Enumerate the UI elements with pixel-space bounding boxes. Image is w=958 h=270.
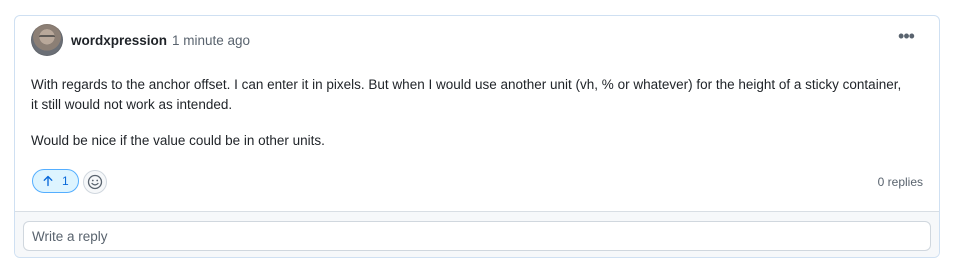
comment-paragraph: With regards to the anchor offset. I can… (31, 77, 902, 112)
comment-timestamp[interactable]: 1 minute ago (172, 33, 250, 48)
upvote-count: 1 (62, 174, 69, 188)
avatar-glasses-detail (39, 35, 55, 42)
avatar[interactable] (31, 24, 63, 56)
kebab-horizontal-icon[interactable]: ••• (895, 26, 917, 46)
comment-paragraph: Would be nice if the value could be in o… (31, 133, 325, 148)
comment: wordxpression 1 minute ago ••• With rega… (15, 16, 939, 211)
arrow-up-icon (43, 175, 53, 187)
reply-area (15, 211, 939, 257)
upvote-button[interactable]: 1 (32, 169, 79, 193)
reply-input[interactable] (23, 221, 931, 251)
discussion-comment-card: wordxpression 1 minute ago ••• With rega… (14, 15, 940, 258)
replies-count: 0 replies (877, 175, 923, 189)
add-reaction-button[interactable] (83, 170, 107, 194)
author-name[interactable]: wordxpression (71, 33, 167, 48)
comment-body: With regards to the anchor offset. I can… (31, 75, 909, 167)
smiley-icon (87, 174, 103, 190)
